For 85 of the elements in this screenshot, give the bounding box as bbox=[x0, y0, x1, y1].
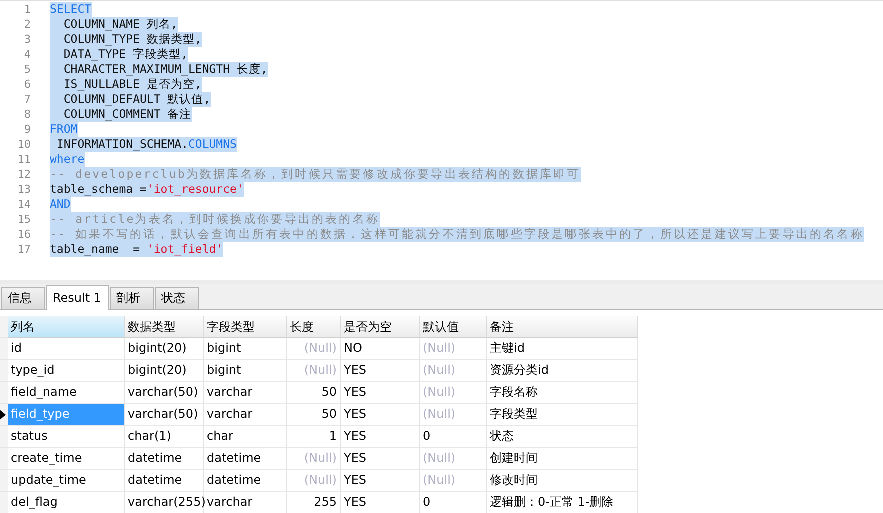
table-cell: YES bbox=[341, 492, 420, 513]
line-number: 17 bbox=[16, 243, 32, 256]
row-header[interactable] bbox=[0, 404, 8, 426]
line-number: 2 bbox=[23, 18, 32, 31]
table-cell: (Null) bbox=[287, 448, 341, 470]
column-header[interactable]: 备注 bbox=[487, 316, 638, 338]
table-cell: datetime bbox=[204, 448, 287, 470]
result-tab[interactable]: 状态 bbox=[154, 287, 199, 309]
column-header[interactable]: 字段类型 bbox=[204, 316, 287, 338]
table-cell: datetime bbox=[125, 470, 204, 492]
column-header[interactable]: 默认值 bbox=[420, 316, 487, 338]
table-cell: bigint(20) bbox=[125, 338, 204, 360]
table-cell: 主键id bbox=[487, 338, 638, 360]
table-cell: 资源分类id bbox=[487, 360, 638, 382]
table-cell: type_id bbox=[8, 360, 125, 382]
table-cell: create_time bbox=[8, 448, 125, 470]
table-cell: varchar(50) bbox=[125, 382, 204, 404]
column-header[interactable]: 数据类型 bbox=[125, 316, 204, 338]
table-cell: YES bbox=[341, 448, 420, 470]
table-cell: YES bbox=[341, 360, 420, 382]
line-number: 5 bbox=[23, 63, 32, 76]
table-cell: YES bbox=[341, 404, 420, 426]
table-cell: varchar bbox=[204, 404, 287, 426]
table-cell: bigint(20) bbox=[125, 360, 204, 382]
table-cell: varchar(50) bbox=[125, 404, 204, 426]
table-cell: datetime bbox=[204, 470, 287, 492]
table-cell: char bbox=[204, 426, 287, 448]
table-cell: varchar(255) bbox=[125, 492, 204, 513]
line-number: 4 bbox=[23, 48, 32, 61]
table-cell: del_flag bbox=[8, 492, 125, 513]
table-cell: 0 bbox=[420, 492, 487, 513]
table-cell: varchar bbox=[204, 492, 287, 513]
table-cell: 字段类型 bbox=[487, 404, 638, 426]
table-cell: 逻辑删：0-正常 1-删除 bbox=[487, 492, 638, 513]
table-cell: varchar bbox=[204, 382, 287, 404]
table-cell: char(1) bbox=[125, 426, 204, 448]
table-cell: 255 bbox=[287, 492, 341, 513]
table-cell: datetime bbox=[125, 448, 204, 470]
column-header[interactable]: 长度 bbox=[287, 316, 341, 338]
line-number: 3 bbox=[23, 33, 32, 46]
table-cell: (Null) bbox=[420, 448, 487, 470]
table-cell: 创建时间 bbox=[487, 448, 638, 470]
result-tab[interactable]: 信息 bbox=[1, 287, 45, 309]
column-header[interactable]: 是否为空 bbox=[341, 316, 420, 338]
table-cell: NO bbox=[341, 338, 420, 360]
table-cell: (Null) bbox=[420, 470, 487, 492]
table-cell: YES bbox=[341, 382, 420, 404]
column-header[interactable]: 列名 bbox=[8, 316, 125, 338]
result-tab[interactable]: 剖析 bbox=[110, 287, 154, 309]
table-cell: update_time bbox=[8, 470, 125, 492]
table-cell: bigint bbox=[204, 338, 287, 360]
table-cell: (Null) bbox=[420, 382, 487, 404]
line-number: 16 bbox=[16, 228, 32, 241]
line-number: 6 bbox=[23, 78, 32, 91]
table-cell: (Null) bbox=[287, 470, 341, 492]
line-number: 1 bbox=[23, 3, 32, 16]
table-cell: 修改时间 bbox=[487, 470, 638, 492]
table-cell: 1 bbox=[287, 426, 341, 448]
line-number: 13 bbox=[16, 183, 32, 196]
table-cell: (Null) bbox=[420, 404, 487, 426]
table-cell: (Null) bbox=[420, 338, 487, 360]
table-cell: 状态 bbox=[487, 426, 638, 448]
table-cell: status bbox=[8, 426, 125, 448]
table-cell: id bbox=[8, 338, 125, 360]
line-number: 8 bbox=[23, 108, 32, 121]
table-cell: bigint bbox=[204, 360, 287, 382]
line-number: 10 bbox=[16, 138, 32, 151]
table-cell: YES bbox=[341, 426, 420, 448]
line-number: 15 bbox=[16, 213, 32, 226]
table-cell: (Null) bbox=[420, 360, 487, 382]
table-cell: 0 bbox=[420, 426, 487, 448]
table-cell: (Null) bbox=[287, 338, 341, 360]
table-cell: YES bbox=[341, 470, 420, 492]
table-cell: 50 bbox=[287, 404, 341, 426]
line-number: 7 bbox=[23, 93, 32, 106]
line-number: 11 bbox=[16, 153, 32, 166]
line-number: 9 bbox=[23, 123, 32, 136]
line-number: 14 bbox=[16, 198, 32, 211]
table-cell: 50 bbox=[287, 382, 341, 404]
result-tab[interactable]: Result 1 bbox=[46, 285, 109, 310]
current-row-icon bbox=[0, 410, 6, 420]
table-cell: field_type bbox=[8, 404, 125, 426]
table-cell: (Null) bbox=[287, 360, 341, 382]
table-cell: 字段名称 bbox=[487, 382, 638, 404]
line-number: 12 bbox=[16, 168, 32, 181]
